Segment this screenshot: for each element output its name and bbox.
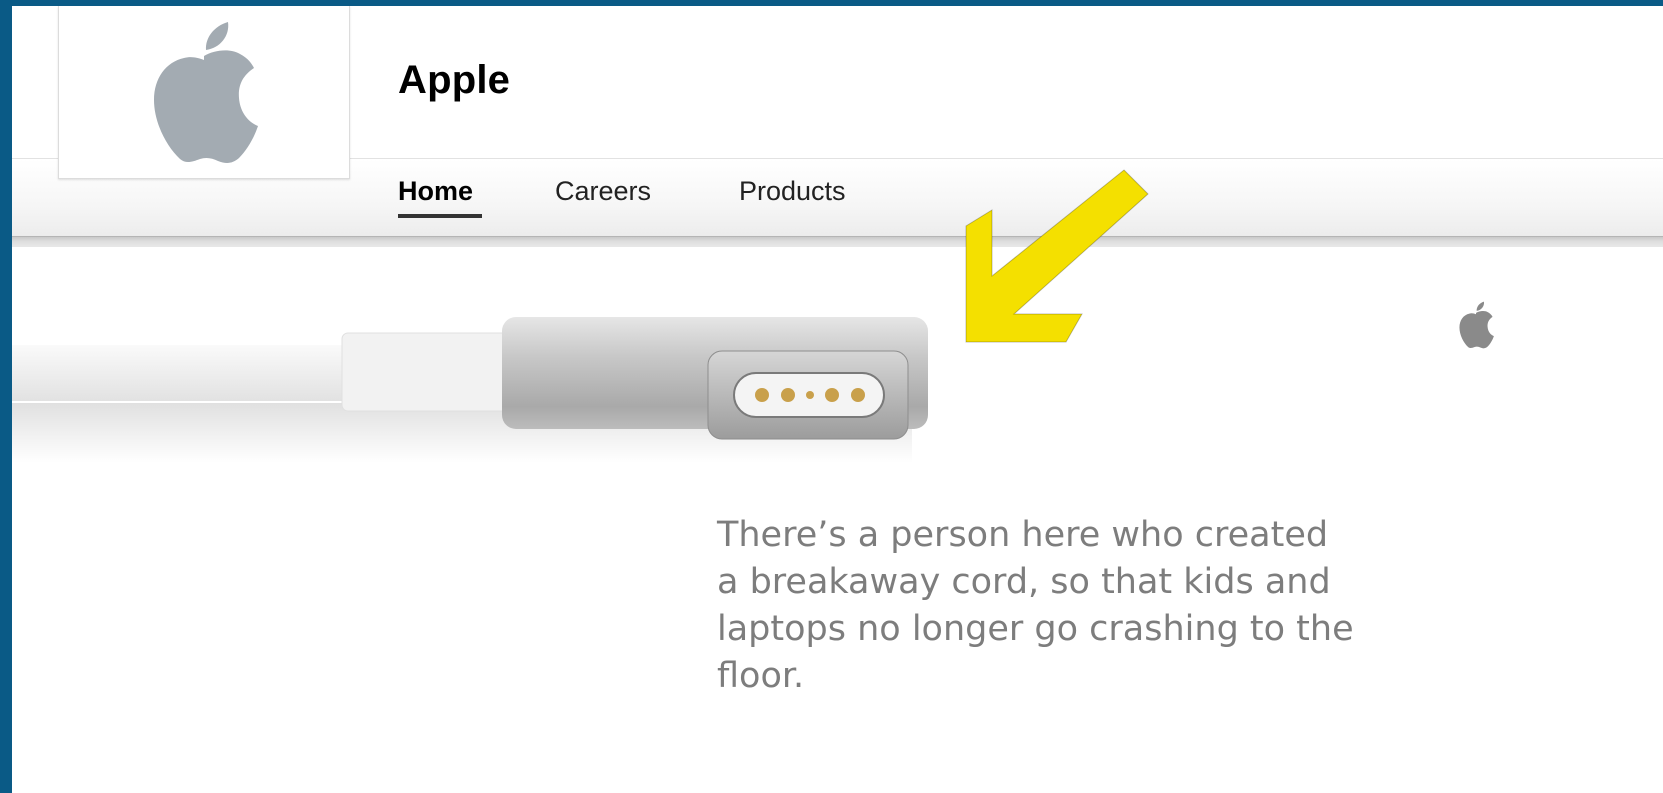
- company-page: Apple Home Careers Products There’s a pe…: [12, 6, 1663, 793]
- hero-caption: There’s a person here who created a brea…: [717, 515, 1354, 696]
- tab-careers[interactable]: Careers: [555, 176, 651, 207]
- arrow-annotation-icon: [965, 169, 1149, 343]
- apple-logo-small-icon: [1459, 301, 1494, 349]
- tab-home[interactable]: Home: [398, 176, 473, 207]
- active-tab-indicator: [398, 214, 482, 218]
- tab-products[interactable]: Products: [739, 176, 846, 207]
- apple-logo-icon: [154, 21, 258, 163]
- company-name: Apple: [398, 58, 511, 102]
- magsafe-connector-image: [12, 317, 928, 463]
- hero-banner: There’s a person here who created a brea…: [12, 247, 1663, 793]
- company-logo[interactable]: [58, 6, 350, 179]
